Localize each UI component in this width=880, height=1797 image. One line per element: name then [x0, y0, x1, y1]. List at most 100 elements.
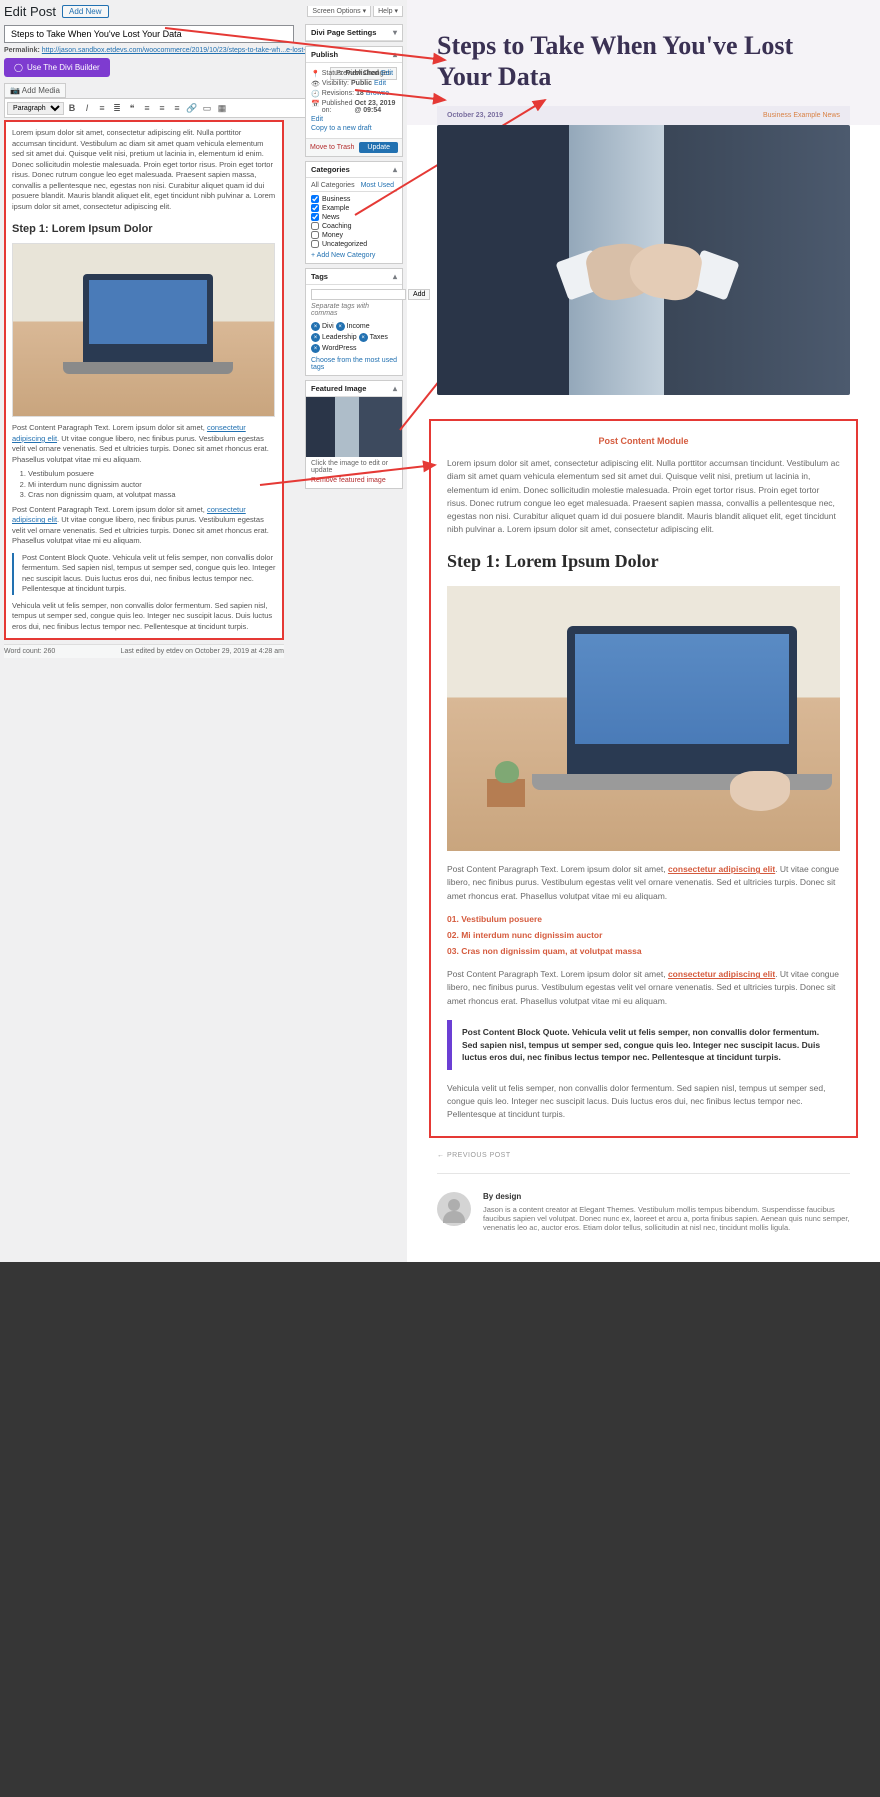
toggle-icon[interactable]: ▦ [215, 101, 229, 115]
category-checkbox[interactable]: News [311, 213, 397, 221]
categories-box: Categories▴ All CategoriesMost Used Busi… [305, 161, 403, 264]
post-title-input[interactable] [4, 25, 294, 43]
tag-add-button[interactable]: Add [408, 289, 430, 300]
category-checkbox[interactable]: Money [311, 231, 397, 239]
category-checkbox[interactable]: Business [311, 195, 397, 203]
author-box: By design Jason is a content creator at … [437, 1173, 850, 1232]
divi-builder-button[interactable]: ◯ Use The Divi Builder [4, 58, 110, 77]
divi-page-settings-box: Divi Page Settings▾ [305, 24, 403, 42]
editor-paragraph: Lorem ipsum dolor sit amet, consectetur … [12, 128, 276, 212]
tag-pill[interactable]: ×Taxes [359, 333, 388, 342]
copy-draft-link[interactable]: Copy to a new draft [311, 125, 372, 132]
content-link[interactable]: consectetur adipiscing elit [668, 969, 775, 979]
category-checkbox[interactable]: Uncategorized [311, 240, 397, 248]
cat-tab-most[interactable]: Most Used [361, 182, 394, 189]
featured-image [437, 125, 850, 395]
category-checkbox[interactable]: Coaching [311, 222, 397, 230]
italic-icon[interactable]: I [80, 101, 94, 115]
link-icon[interactable]: 🔗 [185, 101, 199, 115]
more-icon[interactable]: ▭ [200, 101, 214, 115]
revisions-icon: 🕘 [311, 90, 320, 98]
remove-tag-icon[interactable]: × [311, 322, 320, 331]
list-item: Vestibulum posuere [28, 469, 276, 480]
trash-link[interactable]: Move to Trash [310, 144, 354, 151]
content-heading: Step 1: Lorem Ipsum Dolor [447, 548, 840, 576]
cat-tab-all[interactable]: All Categories [311, 182, 355, 189]
category-checkbox[interactable]: Example [311, 204, 397, 212]
add-category-link[interactable]: + Add New Category [311, 252, 397, 259]
update-button[interactable]: Update [359, 142, 398, 153]
editor-paragraph: Post Content Paragraph Text. Lorem ipsum… [12, 423, 276, 465]
content-list: Vestibulum posuere Mi interdum nunc dign… [447, 913, 840, 959]
module-label: Post Content Module [447, 435, 840, 449]
list-item: Mi interdum nunc dignissim auctor [447, 929, 840, 942]
editor-blockquote: Post Content Block Quote. Vehicula velit… [12, 553, 276, 595]
quote-icon[interactable]: ❝ [125, 101, 139, 115]
remove-tag-icon[interactable]: × [311, 333, 320, 342]
content-blockquote: Post Content Block Quote. Vehicula velit… [447, 1020, 840, 1070]
list-item: Vestibulum posuere [447, 913, 840, 926]
post-date: October 23, 2019 [447, 112, 503, 119]
visibility-edit-link[interactable]: Edit [374, 80, 386, 87]
editor-inline-image[interactable] [12, 243, 275, 417]
wp-admin-panel: Edit Post Add New Screen Options ▾ Help … [0, 0, 407, 1262]
post-categories[interactable]: Business Example News [763, 112, 840, 119]
publish-edit-link[interactable]: Edit [311, 116, 323, 123]
format-select[interactable]: Paragraph [7, 102, 64, 115]
tag-input[interactable] [311, 289, 406, 300]
word-count: Word count: 260 [4, 648, 55, 655]
tag-pill[interactable]: ×Divi [311, 322, 334, 331]
list-item: Cras non dignissim quam, at volutpat mas… [28, 490, 276, 501]
pin-icon: 📍 [311, 70, 320, 78]
content-paragraph: Post Content Paragraph Text. Lorem ipsum… [447, 863, 840, 903]
remove-tag-icon[interactable]: × [359, 333, 368, 342]
author-name: By design [483, 1192, 850, 1201]
chevron-up-icon[interactable]: ▴ [393, 384, 397, 393]
editor-list: Vestibulum posuere Mi interdum nunc dign… [12, 469, 276, 501]
content-link[interactable]: consectetur adipiscing elit [668, 864, 775, 874]
help-tab[interactable]: Help ▾ [373, 6, 403, 17]
add-media-button[interactable]: 📷 Add Media [4, 83, 66, 98]
remove-featured-link[interactable]: Remove featured image [306, 474, 402, 484]
tags-box: Tags▴ Add Separate tags with commas ×Div… [305, 268, 403, 376]
add-new-button[interactable]: Add New [62, 5, 108, 18]
featured-image-box: Featured Image▴ Click the image to edit … [305, 380, 403, 489]
tag-pill[interactable]: ×Leadership [311, 333, 357, 342]
list-item: Mi interdum nunc dignissim auctor [28, 480, 276, 491]
align-right-icon[interactable]: ≡ [170, 101, 184, 115]
align-center-icon[interactable]: ≡ [155, 101, 169, 115]
chevron-up-icon[interactable]: ▴ [393, 165, 397, 174]
permalink-url[interactable]: http://jason.sandbox.etdevs.com/woocomme… [42, 47, 337, 54]
list-item: Cras non dignissim quam, at volutpat mas… [447, 945, 840, 958]
ul-icon[interactable]: ≡ [95, 101, 109, 115]
chevron-down-icon[interactable]: ▾ [393, 28, 397, 37]
content-editor[interactable]: Lorem ipsum dolor sit amet, consectetur … [4, 120, 284, 640]
ol-icon[interactable]: ≣ [110, 101, 124, 115]
tag-pill[interactable]: ×Income [336, 322, 370, 331]
remove-tag-icon[interactable]: × [336, 322, 345, 331]
page-heading: Edit Post [4, 4, 56, 19]
choose-tags-link[interactable]: Choose from the most used tags [311, 357, 397, 371]
featured-image-thumb[interactable] [306, 397, 402, 457]
last-edited: Last edited by etdev on October 29, 2019… [121, 648, 284, 655]
tag-pill[interactable]: ×WordPress [311, 344, 357, 353]
chevron-up-icon[interactable]: ▴ [393, 272, 397, 281]
content-paragraph: Lorem ipsum dolor sit amet, consectetur … [447, 457, 840, 536]
calendar-icon: 📅 [311, 100, 320, 108]
content-paragraph: Vehicula velit ut felis semper, non conv… [447, 1082, 840, 1122]
editor-heading: Step 1: Lorem Ipsum Dolor [12, 222, 276, 237]
bold-icon[interactable]: B [65, 101, 79, 115]
featured-hint: Click the image to edit or update [306, 460, 402, 474]
status-edit-link[interactable]: Edit [381, 70, 393, 77]
editor-paragraph: Vehicula velit ut felis semper, non conv… [12, 601, 276, 633]
remove-tag-icon[interactable]: × [311, 344, 320, 353]
content-image [447, 586, 840, 851]
divi-icon: ◯ [14, 63, 23, 72]
author-bio: Jason is a content creator at Elegant Th… [483, 1205, 850, 1232]
screen-options-tab[interactable]: Screen Options ▾ [307, 6, 371, 17]
revisions-browse-link[interactable]: Browse [366, 90, 389, 97]
chevron-up-icon[interactable]: ▴ [393, 50, 397, 59]
empty-lower-area [0, 1262, 880, 1797]
align-left-icon[interactable]: ≡ [140, 101, 154, 115]
eye-icon: 👁 [311, 80, 320, 88]
